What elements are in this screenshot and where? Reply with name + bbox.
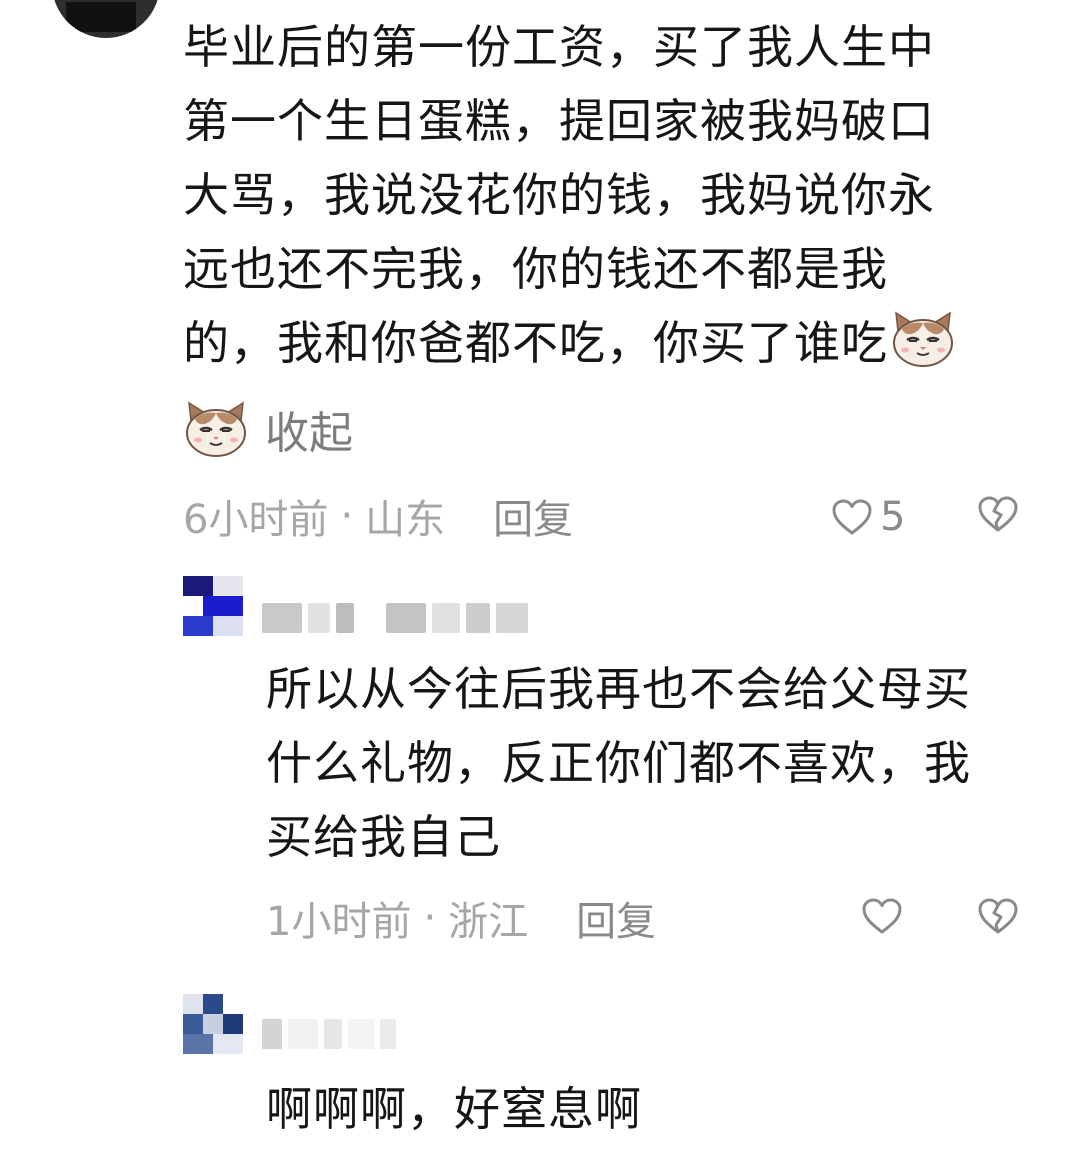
meta-separator: · (423, 895, 437, 941)
avatar-pixel (213, 616, 243, 636)
avatar-pixel (183, 616, 213, 636)
avatar-pixel (213, 576, 243, 596)
comment-line: 第一个生日蛋糕，提回家被我妈破口 (183, 94, 935, 148)
avatar-pixel (223, 994, 243, 1014)
reply-username-blurred (262, 1016, 396, 1052)
comment-location: 山东 (365, 497, 446, 543)
cat-face-emoji (890, 309, 956, 369)
blur-block (496, 603, 528, 633)
collapse-button[interactable]: 收起 (265, 397, 353, 461)
like-count: 5 (880, 494, 906, 540)
dislike-button[interactable] (976, 896, 1020, 936)
blur-block (432, 603, 460, 633)
blur-block (380, 1019, 396, 1049)
avatar-pixel (183, 1034, 213, 1054)
broken-heart-icon (976, 896, 1020, 936)
blur-block (348, 1019, 374, 1049)
reply-button[interactable]: 回复 (493, 487, 573, 545)
avatar-pixel (203, 596, 243, 616)
comment-line: 的，我和你爸都不吃，你买了谁吃 (183, 316, 888, 370)
blur-block (386, 603, 426, 633)
reply-username-blurred (262, 600, 528, 636)
comment-time: 6小时前 (183, 497, 329, 543)
reply-line: 买给我自己 (266, 810, 501, 864)
broken-heart-icon (976, 494, 1020, 534)
avatar-pixel (183, 1014, 203, 1034)
reply-text: 啊啊啊，好窒息啊 (266, 1072, 1056, 1146)
comment-line: 远也还不完我，你的钱还不都是我 (183, 242, 888, 296)
heart-outline-icon (860, 896, 904, 936)
reply-time: 1小时前 (266, 899, 412, 945)
dislike-button[interactable] (976, 494, 1020, 534)
meta-separator: · (340, 493, 354, 539)
heart-outline-icon (830, 497, 874, 537)
avatar-pixel (203, 1014, 223, 1034)
avatar-pixel (183, 596, 203, 616)
reply-avatar[interactable] (183, 994, 243, 1054)
reply-line: 啊啊啊，好窒息啊 (266, 1082, 642, 1136)
cat-face-emoji (183, 399, 249, 459)
reply-avatar[interactable] (183, 576, 243, 636)
commenter-avatar[interactable] (52, 0, 160, 38)
collapse-row: 收起 (183, 396, 353, 462)
comment-text: 毕业后的第一份工资，买了我人生中 第一个生日蛋糕，提回家被我妈破口 大骂，我说没… (183, 10, 1023, 380)
reply-location: 浙江 (448, 899, 529, 945)
avatar-blur (66, 2, 136, 32)
avatar-pixel (183, 994, 203, 1014)
blur-block (262, 603, 302, 633)
reply-button[interactable]: 回复 (576, 889, 656, 947)
reply-meta: 1小时前 · 浙江 回复 (266, 890, 656, 946)
reply-line: 所以从今往后我再也不会给父母买 (266, 662, 971, 716)
blur-block (308, 603, 330, 633)
comment-meta: 6小时前 · 山东 回复 (183, 488, 573, 544)
comment-line-last: 的，我和你爸都不吃，你买了谁吃 (183, 306, 1023, 380)
blur-block (336, 603, 354, 633)
comment-line: 大骂，我说没花你的钱，我妈说你永 (183, 168, 935, 222)
blur-block (262, 1019, 282, 1049)
comment-line: 毕业后的第一份工资，买了我人生中 (183, 20, 935, 74)
like-button[interactable]: 5 (830, 494, 905, 540)
avatar-pixel (223, 1014, 243, 1034)
blur-block (466, 603, 490, 633)
blur-block (360, 603, 380, 633)
avatar-pixel (203, 994, 223, 1014)
blur-block (324, 1019, 342, 1049)
like-button[interactable] (860, 896, 904, 936)
reply-text: 所以从今往后我再也不会给父母买 什么礼物，反正你们都不喜欢，我 买给我自己 (266, 652, 1056, 874)
avatar-pixel (183, 576, 213, 596)
blur-block (288, 1019, 318, 1049)
avatar-pixel (213, 1034, 243, 1054)
reply-line: 什么礼物，反正你们都不喜欢，我 (266, 736, 971, 790)
